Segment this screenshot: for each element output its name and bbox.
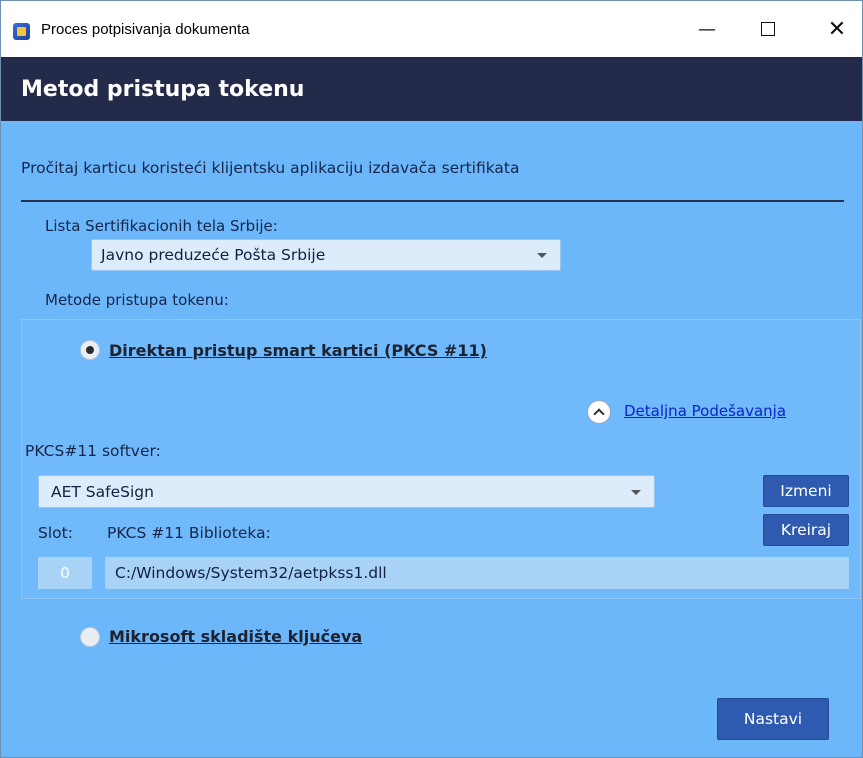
microsoft-keystore-label[interactable]: Mikrosoft skladište ključeva (109, 627, 362, 646)
advanced-settings-link[interactable]: Detaljna Podešavanja (624, 402, 786, 420)
library-path-field[interactable]: C:/Windows/System32/aetpkss1.dll (105, 557, 849, 589)
title-bar[interactable]: Proces potpisivanja dokumenta — ✕ (1, 1, 862, 57)
microsoft-keystore-radio[interactable] (80, 627, 100, 647)
close-button[interactable]: ✕ (814, 9, 860, 49)
ca-list-label: Lista Sertifikacionih tela Srbije: (45, 217, 278, 235)
page-header: Metod pristupa tokenu (1, 57, 862, 121)
methods-label: Metode pristupa tokenu: (45, 291, 229, 309)
maximize-button[interactable] (745, 9, 791, 49)
direct-access-radio[interactable] (80, 340, 100, 360)
continue-button[interactable]: Nastavi (717, 698, 829, 740)
slot-label: Slot: (38, 524, 73, 542)
create-button[interactable]: Kreiraj (763, 514, 849, 546)
app-icon (13, 23, 30, 40)
dialog-window: Proces potpisivanja dokumenta — ✕ Metod … (0, 0, 863, 758)
pkcs-software-value: AET SafeSign (51, 482, 154, 501)
divider (21, 200, 844, 202)
collapse-details-button[interactable] (587, 400, 611, 424)
direct-access-label[interactable]: Direktan pristup smart kartici (PKCS #11… (109, 341, 487, 360)
library-label: PKCS #11 Biblioteka: (107, 524, 271, 542)
ca-list-value: Javno preduzeće Pošta Srbije (101, 246, 326, 264)
page-title: Metod pristupa tokenu (21, 77, 305, 102)
pkcs-software-select[interactable]: AET SafeSign (38, 475, 655, 508)
dropdown-arrow-icon (631, 489, 641, 495)
slot-field[interactable]: 0 (38, 557, 92, 589)
chevron-up-icon (593, 408, 605, 420)
pkcs-software-label: PKCS#11 softver: (25, 442, 161, 460)
minimize-button[interactable]: — (684, 9, 730, 49)
window-title: Proces potpisivanja dokumenta (41, 21, 250, 38)
dropdown-arrow-icon (537, 253, 547, 258)
maximize-icon (761, 22, 775, 36)
ca-list-select[interactable]: Javno preduzeće Pošta Srbije (91, 239, 561, 271)
edit-button[interactable]: Izmeni (763, 475, 849, 507)
instruction-text: Pročitaj karticu koristeći klijentsku ap… (21, 159, 520, 177)
